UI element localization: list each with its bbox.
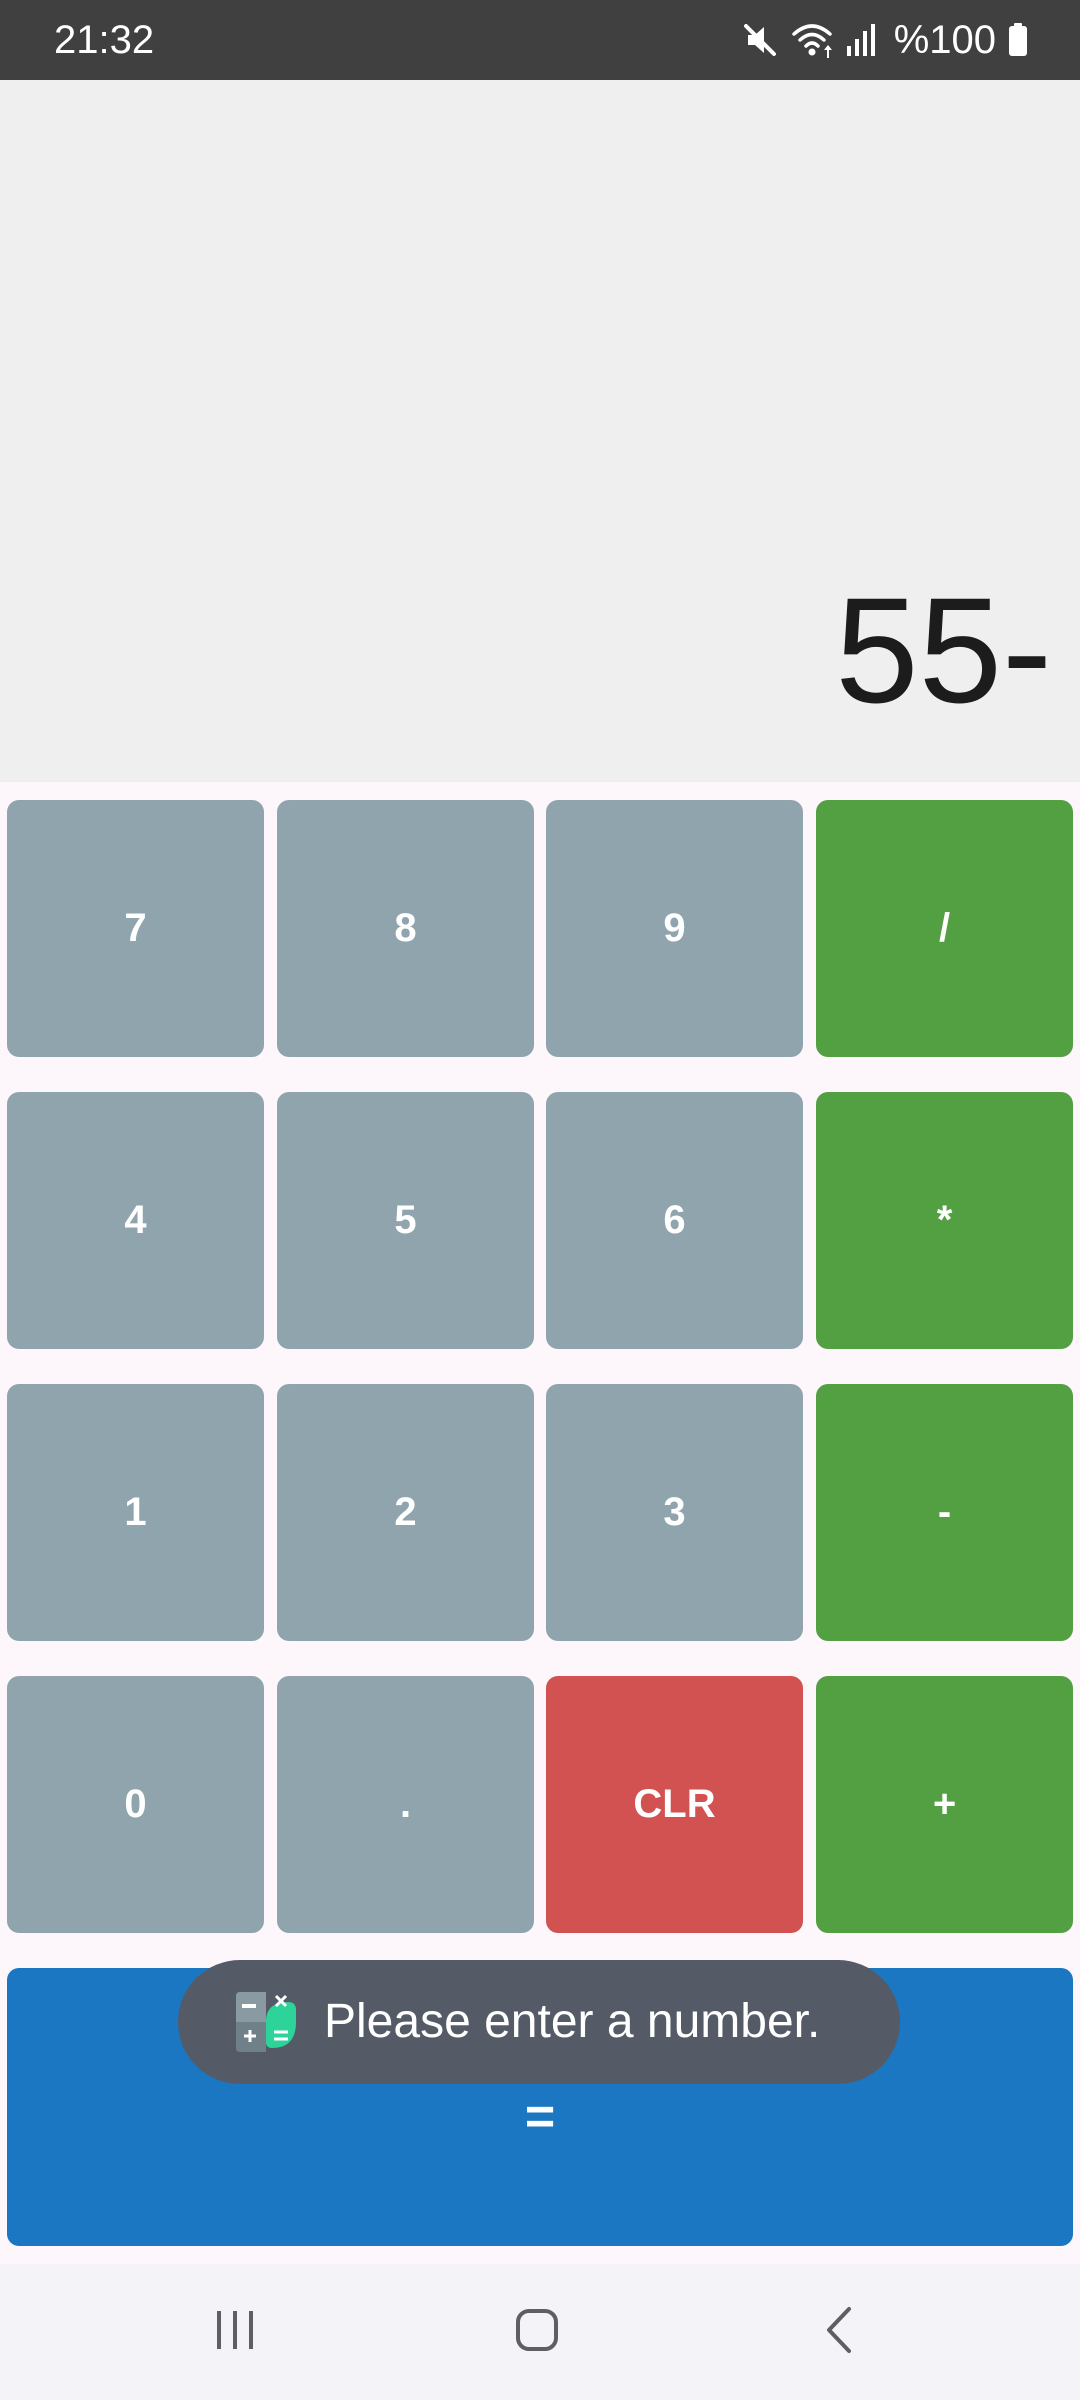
signal-icon [844,20,878,60]
clear-button[interactable]: CLR [546,1676,803,1933]
key-0[interactable]: 0 [7,1676,264,1933]
navigation-bar [0,2264,1080,2400]
key-divide[interactable]: / [816,800,1073,1057]
status-icons: %100 [740,16,1030,64]
key-7[interactable]: 7 [7,800,264,1057]
toast-message: Please enter a number. [178,1960,900,2084]
key-8[interactable]: 8 [277,800,534,1057]
status-time: 21:32 [54,18,155,62]
key-9[interactable]: 9 [546,800,803,1057]
home-icon [512,2305,562,2360]
key-5[interactable]: 5 [277,1092,534,1349]
battery-icon [1006,20,1030,60]
status-bar: 21:32 %100 [0,0,1080,80]
calculator-display: 55- [0,80,1080,782]
mute-icon [740,20,780,60]
back-button[interactable] [770,2264,910,2400]
back-icon [815,2305,865,2360]
key-subtract[interactable]: - [816,1384,1073,1641]
key-6[interactable]: 6 [546,1092,803,1349]
key-multiply[interactable]: * [816,1092,1073,1349]
recents-icon [210,2305,260,2360]
key-decimal[interactable]: . [277,1676,534,1933]
key-2[interactable]: 2 [277,1384,534,1641]
key-3[interactable]: 3 [546,1384,803,1641]
recents-button[interactable] [165,2264,305,2400]
key-1[interactable]: 1 [7,1384,264,1641]
calculator-app-icon [232,1988,300,2056]
wifi-icon [790,20,834,60]
toast-text: Please enter a number. [324,1995,821,2048]
display-value: 55- [835,566,1052,734]
battery-percentage: %100 [893,18,996,62]
key-4[interactable]: 4 [7,1092,264,1349]
key-add[interactable]: + [816,1676,1073,1933]
home-button[interactable] [467,2264,607,2400]
